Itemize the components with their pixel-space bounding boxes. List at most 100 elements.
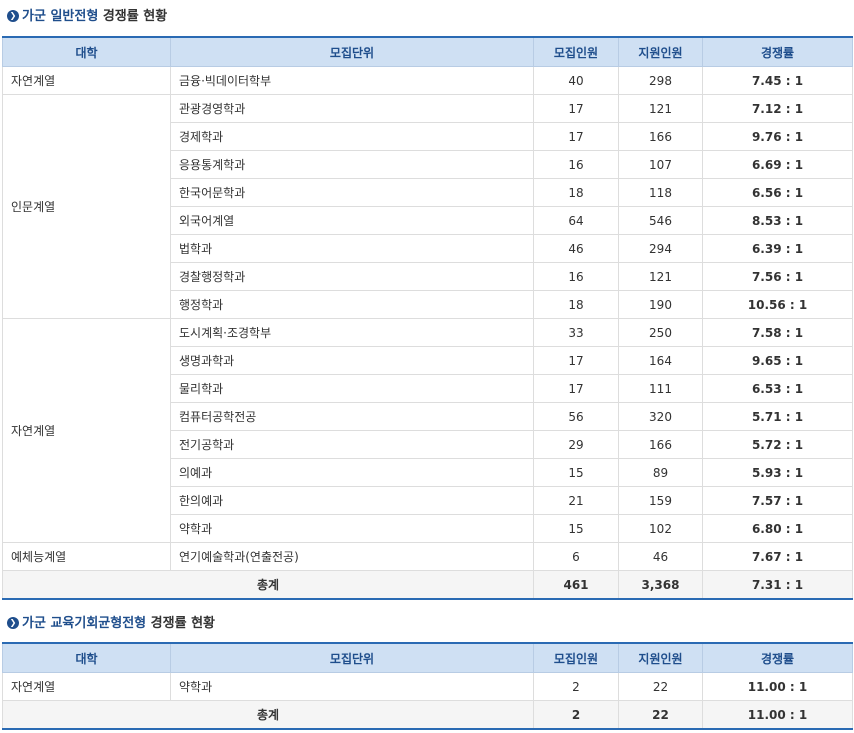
table-row: 자연계열 도시계획·조경학부 33 250 7.58 : 1 [2,318,853,543]
quota-cell: 16 [533,150,619,179]
header-unit: 모집단위 [170,642,534,673]
ratio-cell: 6.39 : 1 [702,234,853,263]
applicants-cell: 320 [618,402,703,431]
applicants-cell: 294 [618,234,703,263]
competition-table-general: 대학 모집단위 모집인원 지원인원 경쟁률 자연계열 금융·빅데이터학부 40 298… [2,36,853,600]
table-body: 자연계열 약학과 2 22 11.00 : 1 총계 2 22 11.00 : 1 [2,672,853,730]
quota-cell: 18 [533,178,619,207]
table-header-row: 대학 모집단위 모집인원 지원인원 경쟁률 [2,642,853,673]
unit-cell: 물리학과 [170,374,534,403]
header-applicants: 지원인원 [618,642,703,673]
quota-cell: 15 [533,458,619,487]
total-ratio: 7.31 : 1 [702,570,853,600]
applicants-cell: 107 [618,150,703,179]
ratio-cell: 7.12 : 1 [702,94,853,123]
header-applicants: 지원인원 [618,36,703,67]
ratio-cell: 11.00 : 1 [702,672,853,701]
quota-cell: 33 [533,318,619,347]
header-quota: 모집인원 [533,642,619,673]
college-cell: 자연계열 [2,318,171,543]
ratio-cell: 7.67 : 1 [702,542,853,571]
table-row: 예체능계열 연기예술학과(연출전공) 6 46 7.67 : 1 [2,542,853,571]
quota-cell: 6 [533,542,619,571]
applicants-cell: 118 [618,178,703,207]
quota-cell: 40 [533,66,619,95]
applicants-cell: 190 [618,290,703,319]
header-college: 대학 [2,36,171,67]
total-applicants: 3,368 [618,570,703,600]
unit-cell: 행정학과 [170,290,534,319]
unit-cell: 의예과 [170,458,534,487]
header-ratio: 경쟁률 [702,642,853,673]
ratio-cell: 9.76 : 1 [702,122,853,151]
chevron-circle-icon: ❯ [7,9,19,22]
unit-cell: 연기예술학과(연출전공) [170,542,534,571]
section-title-prefix: 가군 [22,616,46,631]
table-header-row: 대학 모집단위 모집인원 지원인원 경쟁률 [2,36,853,67]
unit-cell: 관광경영학과 [170,94,534,123]
total-label: 총계 [2,700,534,730]
applicants-cell: 121 [618,262,703,291]
applicants-cell: 166 [618,430,703,459]
applicants-cell: 89 [618,458,703,487]
unit-cell: 도시계획·조경학부 [170,318,534,347]
applicants-cell: 159 [618,486,703,515]
ratio-cell: 5.71 : 1 [702,402,853,431]
section-title-suffix: 경쟁률 현황 [150,616,215,631]
quota-cell: 15 [533,514,619,543]
unit-cell: 약학과 [170,672,534,701]
quota-cell: 2 [533,672,619,701]
unit-cell: 금융·빅데이터학부 [170,66,534,95]
quota-cell: 46 [533,234,619,263]
unit-cell: 경찰행정학과 [170,262,534,291]
total-quota: 461 [533,570,619,600]
total-label: 총계 [2,570,534,600]
quota-cell: 17 [533,122,619,151]
ratio-cell: 7.58 : 1 [702,318,853,347]
section-title-suffix: 경쟁률 현황 [102,9,168,24]
ratio-cell: 6.56 : 1 [702,178,853,207]
unit-cell: 법학과 [170,234,534,263]
table-row: 인문계열 관광경영학과 17 121 7.12 : 1 [2,94,853,319]
quota-cell: 16 [533,262,619,291]
applicants-cell: 22 [618,672,703,701]
applicants-cell: 121 [618,94,703,123]
section-title-type: 교육기회균형전형 [50,616,147,631]
applicants-cell: 166 [618,122,703,151]
applicants-cell: 111 [618,374,703,403]
competition-table-equal-opportunity: 대학 모집단위 모집인원 지원인원 경쟁률 자연계열 약학과 2 22 11.00 : … [2,642,853,730]
ratio-cell: 7.56 : 1 [702,262,853,291]
quota-cell: 56 [533,402,619,431]
unit-cell: 약학과 [170,514,534,543]
table-row: 자연계열 금융·빅데이터학부 40 298 7.45 : 1 [2,66,853,95]
total-quota: 2 [533,700,619,730]
ratio-cell: 7.57 : 1 [702,486,853,515]
college-cell: 인문계열 [2,94,171,319]
ratio-cell: 9.65 : 1 [702,346,853,375]
ratio-cell: 5.72 : 1 [702,430,853,459]
chevron-circle-icon: ❯ [7,616,19,629]
quota-cell: 17 [533,346,619,375]
unit-cell: 응용통계학과 [170,150,534,179]
unit-cell: 경제학과 [170,122,534,151]
quota-cell: 18 [533,290,619,319]
unit-cell: 생명과학과 [170,346,534,375]
college-cell: 예체능계열 [2,542,171,571]
quota-cell: 21 [533,486,619,515]
section-title-equal-opportunity: ❯ 가군 교육기회균형전형 경쟁률 현황 [0,607,854,641]
applicants-cell: 46 [618,542,703,571]
unit-cell: 전기공학과 [170,430,534,459]
section-title-type: 일반전형 [50,9,99,24]
quota-cell: 29 [533,430,619,459]
section-title-general: ❯ 가군 일반전형 경쟁률 현황 [0,0,854,34]
ratio-cell: 8.53 : 1 [702,206,853,235]
college-cell: 자연계열 [2,66,171,95]
quota-cell: 17 [533,94,619,123]
ratio-cell: 6.80 : 1 [702,514,853,543]
ratio-cell: 10.56 : 1 [702,290,853,319]
total-applicants: 22 [618,700,703,730]
header-quota: 모집인원 [533,36,619,67]
applicants-cell: 164 [618,346,703,375]
table-body: 자연계열 금융·빅데이터학부 40 298 7.45 : 1 인문계열 관광경영학과 17 12… [2,66,853,600]
college-cell: 자연계열 [2,672,171,701]
